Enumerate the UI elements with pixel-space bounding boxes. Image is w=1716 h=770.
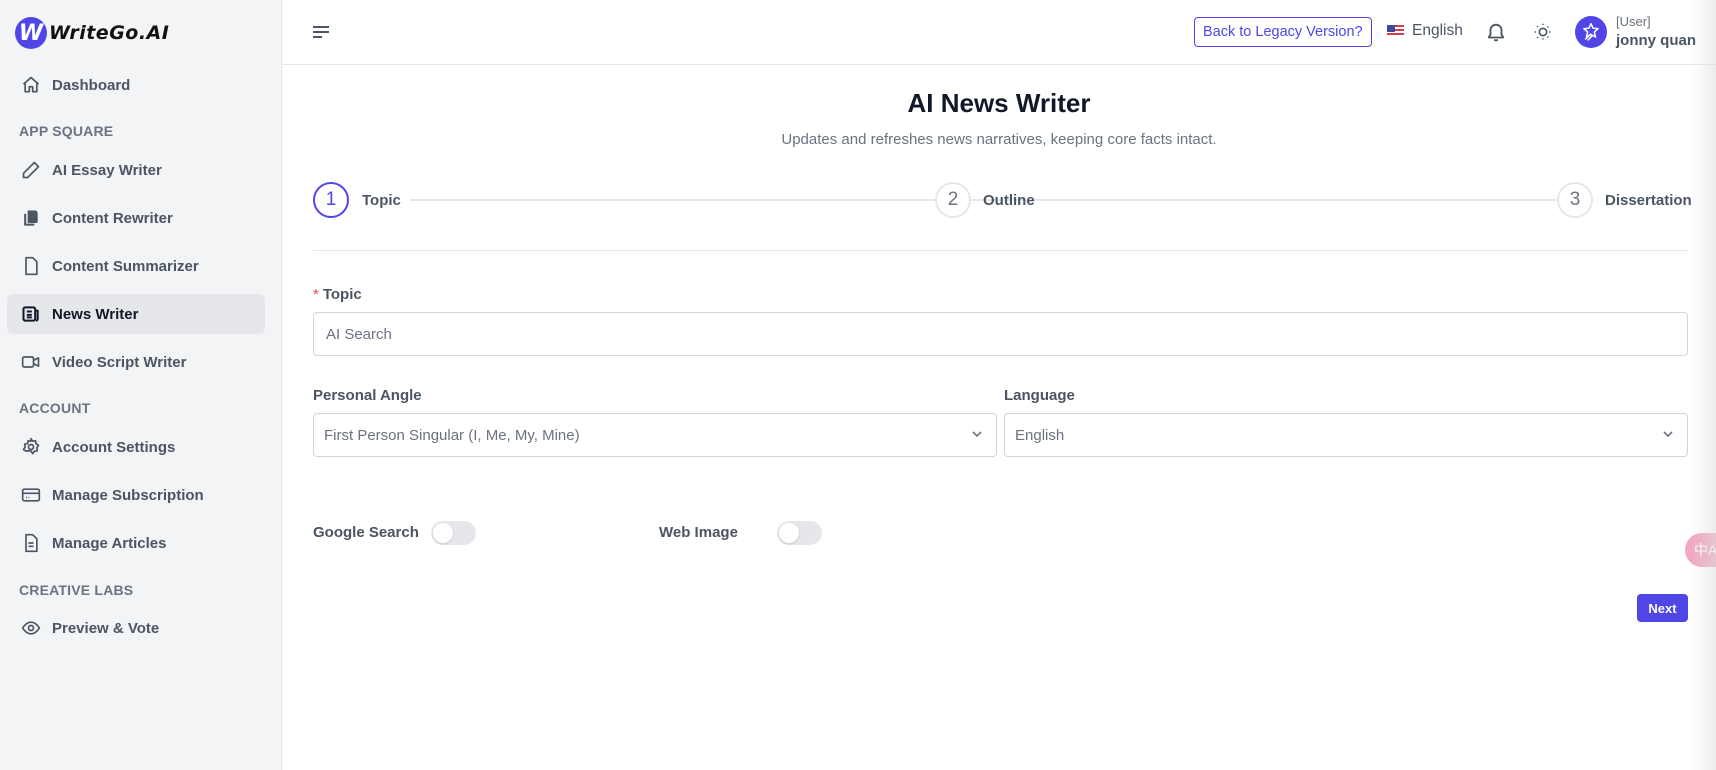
topic-label-text: Topic: [322, 286, 362, 303]
eye-icon: [20, 617, 42, 639]
bell-icon[interactable]: [1485, 20, 1507, 44]
step-2-circle[interactable]: 2: [935, 182, 971, 218]
google-search-toggle[interactable]: [431, 521, 476, 545]
step-connector: [1045, 199, 1557, 201]
top-bar: Back to Legacy Version? English [User] j…: [282, 0, 1716, 65]
next-button[interactable]: Next: [1637, 594, 1688, 622]
brand-name: WriteGo.AI: [49, 22, 170, 44]
back-to-legacy-button[interactable]: Back to Legacy Version?: [1194, 17, 1372, 47]
gear-icon: [20, 436, 42, 458]
brand-logo[interactable]: W WriteGo.AI: [15, 17, 169, 49]
topic-label: * Topic: [313, 286, 362, 303]
page-subtitle: Updates and refreshes news narratives, k…: [781, 131, 1217, 148]
toggle-knob: [779, 523, 799, 543]
copy-icon: [20, 207, 42, 229]
personal-angle-label: Personal Angle: [313, 387, 422, 404]
required-mark: *: [313, 286, 319, 303]
google-search-label: Google Search: [313, 524, 419, 541]
web-image-toggle[interactable]: [777, 521, 822, 545]
web-image-label: Web Image: [659, 524, 738, 541]
logo-badge-icon: W: [15, 17, 47, 49]
sidebar-item-label: AI Essay Writer: [52, 161, 162, 179]
credit-card-icon: [20, 484, 42, 506]
user-name[interactable]: jonny quan: [1616, 32, 1696, 49]
sidebar-item-manage-subscription[interactable]: Manage Subscription: [7, 475, 265, 515]
sidebar-item-video-script-writer[interactable]: Video Script Writer: [7, 342, 265, 382]
language-label: Language: [1004, 387, 1075, 404]
chevron-down-icon: [970, 427, 984, 441]
language-switcher-label: English: [1412, 22, 1463, 39]
user-role: [User]: [1616, 14, 1651, 29]
sidebar-item-label: Manage Subscription: [52, 486, 204, 504]
file-text-icon: [20, 532, 42, 554]
step-2-label: Outline: [983, 192, 1035, 209]
toggle-knob: [433, 523, 453, 543]
menu-toggle-icon[interactable]: [311, 22, 333, 42]
step-3-label: Dissertation: [1605, 192, 1692, 209]
chevron-down-icon: [1661, 427, 1675, 441]
document-icon: [20, 255, 42, 277]
sidebar-item-label: News Writer: [52, 305, 139, 323]
sidebar-item-content-summarizer[interactable]: Content Summarizer: [7, 246, 265, 286]
step-1-circle[interactable]: 1: [313, 182, 349, 218]
sidebar-item-preview-vote[interactable]: Preview & Vote: [7, 608, 265, 648]
stepper-divider: [313, 250, 1688, 251]
translate-icon: 中A: [1694, 542, 1716, 558]
pencil-icon: [20, 159, 42, 181]
sidebar-item-label: Dashboard: [52, 76, 131, 94]
sidebar-item-dashboard[interactable]: Dashboard: [7, 65, 265, 105]
us-flag-icon: [1387, 25, 1404, 37]
sidebar-item-content-rewriter[interactable]: Content Rewriter: [7, 198, 265, 238]
language-value: English: [1015, 426, 1065, 444]
main-content: Back to Legacy Version? English [User] j…: [282, 0, 1716, 770]
personal-angle-value: First Person Singular (I, Me, My, Mine): [324, 426, 580, 444]
sidebar-item-label: Manage Articles: [52, 534, 167, 552]
sidebar-item-manage-articles[interactable]: Manage Articles: [7, 523, 265, 563]
sidebar-item-news-writer[interactable]: News Writer: [7, 294, 265, 334]
sidebar-item-ai-essay-writer[interactable]: AI Essay Writer: [7, 150, 265, 190]
language-select[interactable]: English: [1004, 413, 1688, 457]
language-switcher[interactable]: English: [1387, 22, 1463, 40]
home-icon: [20, 74, 42, 96]
video-icon: [20, 351, 42, 373]
step-3-circle[interactable]: 3: [1557, 182, 1593, 218]
topic-input[interactable]: [313, 312, 1688, 356]
section-title-creative-labs: CREATIVE LABS: [19, 582, 134, 598]
step-1-label: Topic: [362, 192, 401, 209]
sidebar-item-account-settings[interactable]: Account Settings: [7, 427, 265, 467]
sidebar-item-label: Content Summarizer: [52, 257, 199, 275]
translate-button[interactable]: 中A: [1685, 533, 1716, 567]
section-title-app-square: APP SQUARE: [19, 123, 114, 139]
sidebar-item-label: Content Rewriter: [52, 209, 173, 227]
section-title-account: ACCOUNT: [19, 400, 91, 416]
sidebar: W WriteGo.AI Dashboard APP SQUARE AI Ess…: [0, 0, 282, 770]
app-root: W WriteGo.AI Dashboard APP SQUARE AI Ess…: [0, 0, 1716, 770]
sidebar-item-label: Preview & Vote: [52, 619, 160, 637]
sidebar-item-label: Video Script Writer: [52, 353, 187, 371]
sidebar-item-label: Account Settings: [52, 438, 176, 456]
user-avatar[interactable]: [1575, 16, 1607, 48]
newspaper-icon: [20, 303, 42, 325]
theme-toggle-sun-icon[interactable]: [1532, 21, 1554, 43]
page-title: AI News Writer: [907, 88, 1091, 118]
personal-angle-select[interactable]: First Person Singular (I, Me, My, Mine): [313, 413, 997, 457]
